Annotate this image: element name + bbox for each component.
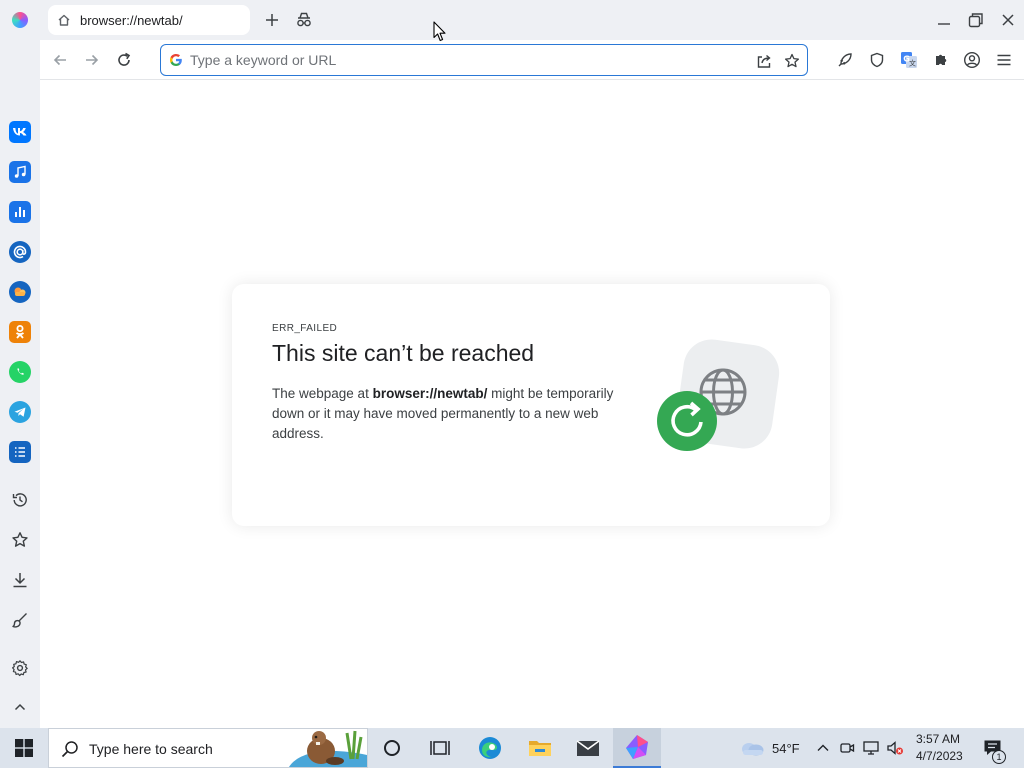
volume-muted-icon[interactable] bbox=[886, 739, 904, 757]
windows-start-icon[interactable] bbox=[0, 728, 48, 768]
new-tab-icon[interactable] bbox=[262, 10, 282, 30]
rocket-icon[interactable] bbox=[835, 50, 855, 70]
offline-globe-illustration bbox=[657, 339, 780, 451]
bookmark-star-icon[interactable] bbox=[783, 52, 801, 70]
error-card: ERR_FAILED This site can’t be reached Th… bbox=[232, 284, 830, 526]
mouse-cursor-icon bbox=[433, 21, 446, 42]
extensions-icon[interactable] bbox=[931, 50, 951, 70]
download-icon[interactable] bbox=[10, 570, 30, 590]
toolbar: G文 bbox=[40, 40, 1024, 80]
weather-cloud-icon[interactable] bbox=[734, 728, 770, 768]
title-bar: browser://newtab/ bbox=[0, 0, 1024, 40]
notification-count-badge: 1 bbox=[992, 750, 1006, 764]
cortana-icon[interactable] bbox=[368, 728, 416, 768]
tray-chevron-up-icon[interactable] bbox=[814, 739, 832, 757]
taskbar-search-box[interactable]: Type here to search bbox=[48, 728, 368, 768]
restore-icon[interactable] bbox=[966, 10, 986, 30]
error-desc-url: browser://newtab/ bbox=[372, 386, 488, 401]
search-placeholder: Type here to search bbox=[89, 741, 213, 757]
shield-icon[interactable] bbox=[867, 50, 887, 70]
file-explorer-icon[interactable] bbox=[516, 728, 564, 768]
clock-date[interactable]: 4/7/2023 bbox=[916, 749, 963, 763]
music-app-icon[interactable] bbox=[9, 161, 31, 183]
sidebar bbox=[0, 40, 40, 728]
beaver-illustration bbox=[289, 730, 367, 767]
google-icon bbox=[170, 54, 182, 66]
history-icon[interactable] bbox=[10, 490, 30, 510]
cloud-app-icon[interactable] bbox=[9, 281, 31, 303]
address-bar[interactable] bbox=[160, 44, 808, 76]
telegram-app-icon[interactable] bbox=[9, 401, 31, 423]
profile-icon[interactable] bbox=[962, 50, 982, 70]
forward-icon[interactable] bbox=[82, 50, 102, 70]
close-icon[interactable] bbox=[998, 10, 1018, 30]
network-icon[interactable] bbox=[862, 739, 880, 757]
weather-temperature[interactable]: 54°F bbox=[772, 741, 800, 756]
star-icon[interactable] bbox=[10, 530, 30, 550]
tab-newtab[interactable]: browser://newtab/ bbox=[48, 5, 250, 35]
whatsapp-app-icon[interactable] bbox=[9, 361, 31, 383]
error-description: The webpage at browser://newtab/ might b… bbox=[272, 384, 632, 444]
incognito-icon[interactable] bbox=[294, 10, 314, 30]
ok-app-icon[interactable] bbox=[9, 321, 31, 343]
browser-icon[interactable] bbox=[613, 728, 661, 768]
settings-icon[interactable] bbox=[10, 658, 30, 678]
share-icon[interactable] bbox=[755, 52, 773, 70]
translate-icon[interactable]: G文 bbox=[899, 50, 919, 70]
retry-icon bbox=[657, 391, 717, 451]
collapse-icon[interactable] bbox=[10, 697, 30, 717]
task-view-icon[interactable] bbox=[416, 728, 464, 768]
back-icon[interactable] bbox=[50, 50, 70, 70]
mail-icon[interactable] bbox=[564, 728, 612, 768]
taskbar: Type here to search 54°F 3:57 AM 4/7/202… bbox=[0, 728, 1024, 768]
tasks-app-icon[interactable] bbox=[9, 441, 31, 463]
app-logo[interactable] bbox=[12, 12, 28, 28]
home-icon bbox=[56, 12, 72, 28]
mail-app-icon[interactable] bbox=[9, 241, 31, 263]
edge-icon[interactable] bbox=[466, 728, 514, 768]
stats-app-icon[interactable] bbox=[9, 201, 31, 223]
meet-now-icon[interactable] bbox=[838, 739, 856, 757]
vk-app-icon[interactable] bbox=[9, 121, 31, 143]
search-icon bbox=[61, 740, 79, 758]
error-code: ERR_FAILED bbox=[272, 323, 338, 334]
tab-title: browser://newtab/ bbox=[80, 12, 183, 28]
svg-text:文: 文 bbox=[909, 59, 916, 68]
address-input[interactable] bbox=[190, 51, 730, 69]
error-title: This site can’t be reached bbox=[272, 340, 535, 366]
error-desc-before: The webpage at bbox=[272, 386, 373, 401]
brush-icon[interactable] bbox=[10, 610, 30, 630]
minimize-icon[interactable] bbox=[934, 10, 954, 30]
menu-icon[interactable] bbox=[994, 50, 1014, 70]
clock-time[interactable]: 3:57 AM bbox=[916, 732, 960, 746]
reload-icon[interactable] bbox=[114, 50, 134, 70]
